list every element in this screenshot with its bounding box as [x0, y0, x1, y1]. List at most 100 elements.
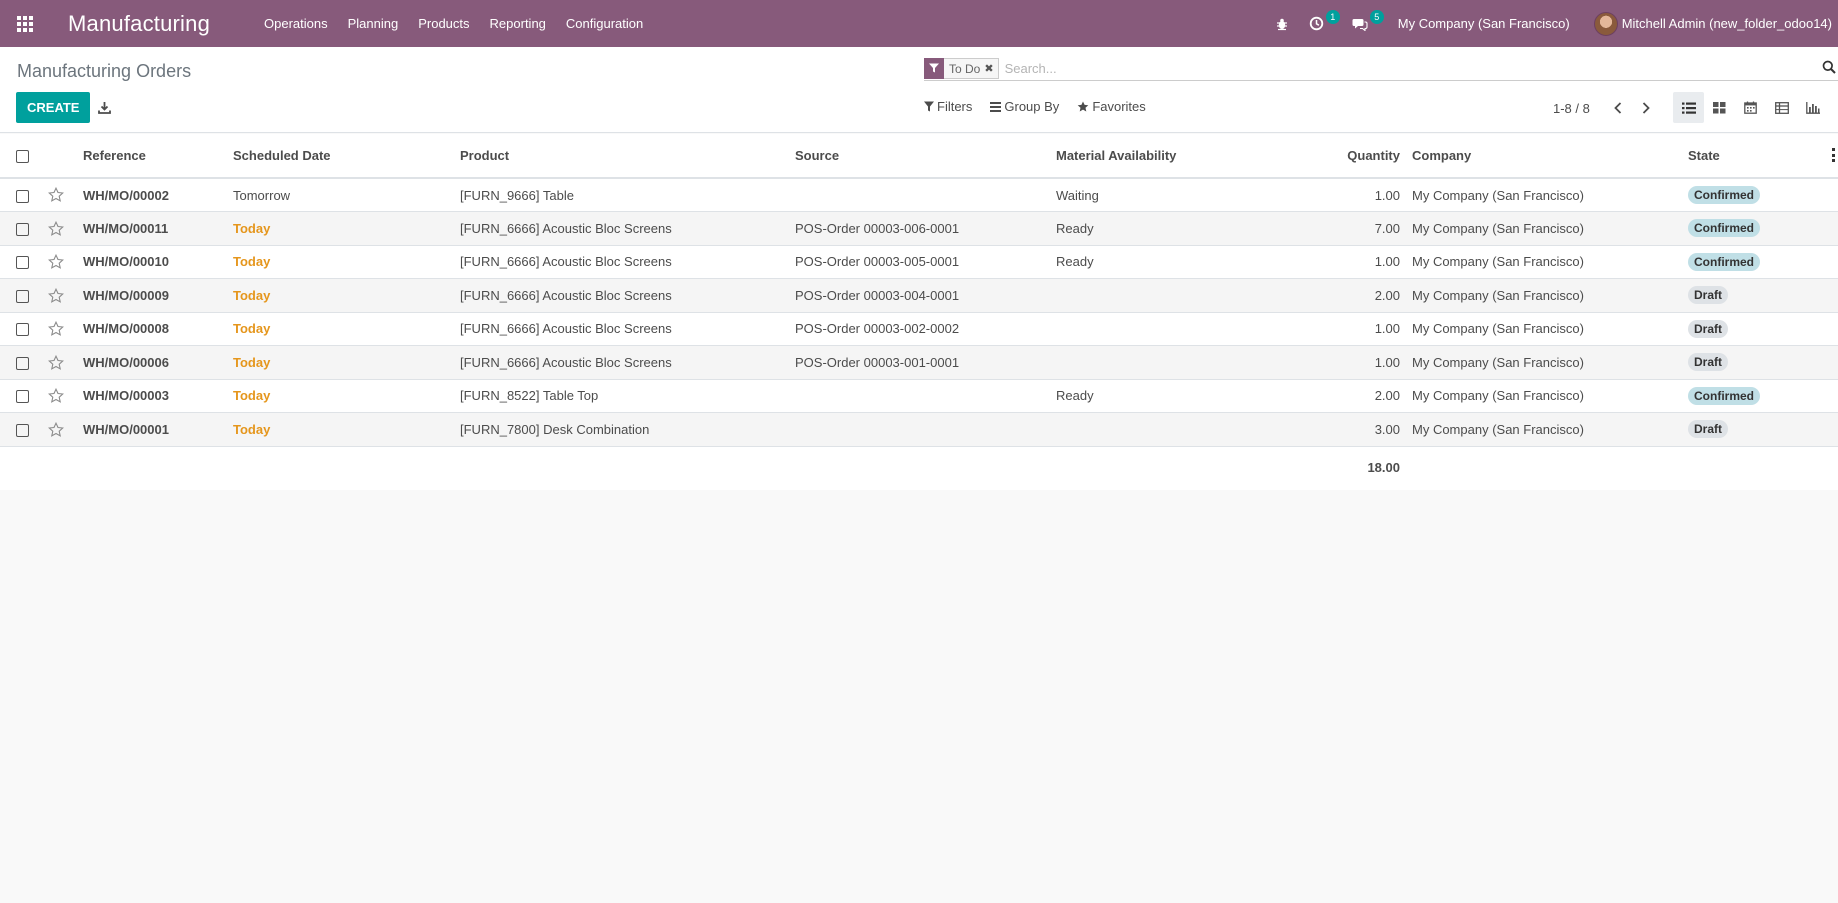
messages-chat-icon[interactable]: 5: [1342, 0, 1386, 47]
table-row[interactable]: WH/MO/00011 Today [FURN_6666] Acoustic Blo…: [0, 211, 1838, 245]
optional-columns-kebab-icon[interactable]: [1832, 148, 1838, 162]
row-checkbox[interactable]: [16, 289, 29, 303]
table-row[interactable]: WH/MO/00002 Tomorrow [FURN_9666] Table Wait…: [0, 178, 1838, 212]
row-select-cell: [0, 311, 42, 346]
priority-star-icon[interactable]: [48, 220, 64, 237]
menu-products[interactable]: Products: [408, 0, 479, 47]
list-view-icon[interactable]: [1673, 92, 1704, 123]
kanban-view-icon[interactable]: [1704, 92, 1735, 123]
remove-facet-icon[interactable]: ✖: [984, 62, 997, 75]
cell-material-availability: Ready: [1050, 244, 1250, 279]
priority-star-icon[interactable]: [48, 354, 64, 371]
debug-bug-icon[interactable]: [1265, 0, 1299, 47]
column-header-material-availability[interactable]: Material Availability: [1050, 134, 1250, 179]
priority-star-icon[interactable]: [48, 287, 64, 304]
search-input[interactable]: [998, 61, 1838, 76]
pager-previous-icon[interactable]: [1606, 98, 1630, 118]
column-header-scheduled-date[interactable]: Scheduled Date: [227, 134, 454, 179]
cell-scheduled-date: Today: [227, 345, 454, 379]
cell-source: POS-Order 00003-004-0001: [789, 278, 1050, 312]
row-checkbox[interactable]: [16, 390, 29, 404]
calendar-view-icon[interactable]: [1735, 92, 1766, 123]
cell-material-availability: Ready: [1050, 378, 1250, 413]
cell-source: [789, 378, 1050, 413]
pager-value[interactable]: 1-8 / 8: [1553, 101, 1590, 116]
cell-scheduled-date: Today: [227, 311, 454, 346]
table-footer-row: 18.00: [0, 446, 1838, 489]
row-star-cell: [42, 345, 77, 379]
cell-state: Draft: [1682, 311, 1838, 346]
cell-reference: WH/MO/00011: [77, 211, 227, 245]
priority-star-icon[interactable]: [48, 321, 64, 337]
column-header-state[interactable]: State: [1682, 134, 1838, 179]
select-all-checkbox[interactable]: [16, 150, 29, 164]
column-header-quantity[interactable]: Quantity: [1250, 134, 1406, 179]
download-icon[interactable]: [94, 97, 114, 117]
cell-state: Confirmed: [1682, 378, 1838, 413]
pager-next-icon[interactable]: [1634, 98, 1658, 118]
total-quantity: 18.00: [1367, 460, 1400, 476]
row-star-cell: [42, 378, 77, 413]
favorites-label: Favorites: [1092, 99, 1146, 114]
activity-clock-icon[interactable]: 1: [1299, 0, 1342, 47]
search-options: Filters Group By Favorites: [924, 99, 1164, 114]
table-row[interactable]: WH/MO/00008 Today [FURN_6666] Acoustic Blo…: [0, 311, 1838, 346]
cell-material-availability: [1050, 311, 1250, 346]
favorites-dropdown[interactable]: Favorites: [1077, 99, 1146, 114]
cell-product: [FURN_8522] Table Top: [454, 378, 789, 413]
systray: 1 5 My Company (San Francisco) Mitchell …: [1265, 0, 1838, 47]
priority-star-icon[interactable]: [48, 421, 64, 438]
cell-quantity: 7.00: [1250, 211, 1406, 245]
menu-reporting[interactable]: Reporting: [480, 0, 556, 47]
priority-star-icon[interactable]: [48, 187, 64, 203]
app-brand[interactable]: Manufacturing: [68, 11, 210, 37]
row-checkbox[interactable]: [16, 222, 29, 236]
column-header-reference[interactable]: Reference: [77, 134, 227, 179]
status-badge: Confirmed: [1688, 219, 1760, 238]
company-switcher[interactable]: My Company (San Francisco): [1386, 16, 1582, 31]
table-row[interactable]: WH/MO/00001 Today [FURN_7800] Desk Combina…: [0, 412, 1838, 447]
table-row[interactable]: WH/MO/00006 Today [FURN_6666] Acoustic Blo…: [0, 345, 1838, 379]
create-button[interactable]: CREATE: [16, 92, 91, 123]
apps-menu-icon[interactable]: [0, 0, 50, 47]
cell-product: [FURN_6666] Acoustic Bloc Screens: [454, 345, 789, 379]
row-star-cell: [42, 211, 77, 245]
pivot-table-view-icon[interactable]: [1766, 92, 1797, 123]
status-badge: Confirmed: [1688, 386, 1760, 405]
column-header-company[interactable]: Company: [1406, 134, 1682, 179]
row-checkbox[interactable]: [16, 323, 29, 337]
cell-product: [FURN_6666] Acoustic Bloc Screens: [454, 278, 789, 312]
cell-reference: WH/MO/00001: [77, 412, 227, 447]
row-star-cell: [42, 178, 77, 212]
cell-state: Draft: [1682, 278, 1838, 312]
graph-view-icon[interactable]: [1797, 92, 1828, 123]
column-header-product[interactable]: Product: [454, 134, 789, 179]
table-row[interactable]: WH/MO/00003 Today [FURN_8522] Table Top Rea…: [0, 378, 1838, 413]
status-badge: Confirmed: [1688, 252, 1760, 271]
cell-company: My Company (San Francisco): [1406, 311, 1682, 346]
table-row[interactable]: WH/MO/00010 Today [FURN_6666] Acoustic Blo…: [0, 244, 1838, 279]
row-checkbox[interactable]: [16, 356, 29, 370]
table-row[interactable]: WH/MO/00009 Today [FURN_6666] Acoustic Blo…: [0, 278, 1838, 312]
cell-company: My Company (San Francisco): [1406, 244, 1682, 279]
priority-star-icon[interactable]: [48, 388, 64, 404]
table-header-row: Reference Scheduled Date Product Source …: [0, 134, 1838, 179]
search-icon[interactable]: [1822, 60, 1838, 76]
row-checkbox[interactable]: [16, 189, 29, 203]
groupby-dropdown[interactable]: Group By: [990, 99, 1059, 114]
filter-funnel-icon: [924, 57, 944, 79]
status-badge: Draft: [1688, 319, 1729, 338]
row-checkbox[interactable]: [16, 423, 29, 437]
cell-state: Draft: [1682, 345, 1838, 379]
user-menu[interactable]: Mitchell Admin (new_folder_odoo14): [1582, 11, 1838, 36]
menu-operations[interactable]: Operations: [254, 0, 338, 47]
menu-configuration[interactable]: Configuration: [556, 0, 653, 47]
menu-planning[interactable]: Planning: [338, 0, 409, 47]
filters-dropdown[interactable]: Filters: [924, 99, 972, 114]
row-checkbox[interactable]: [16, 256, 29, 270]
column-header-source[interactable]: Source: [789, 134, 1050, 179]
cell-product: [FURN_6666] Acoustic Bloc Screens: [454, 211, 789, 245]
select-all-cell: [0, 134, 42, 179]
priority-star-icon[interactable]: [48, 254, 64, 270]
row-star-cell: [42, 311, 77, 346]
